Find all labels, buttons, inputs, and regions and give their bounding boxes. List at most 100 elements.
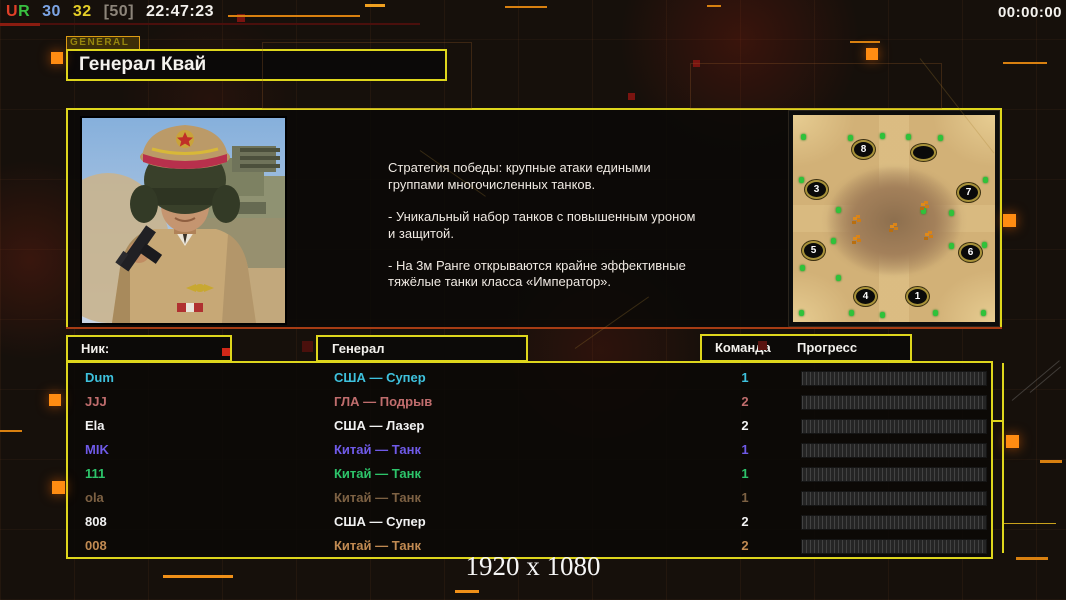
decor-dash (163, 575, 233, 578)
map-tech-dot (880, 133, 885, 139)
table-row: JJJ ГЛА — Подрыв 2 (68, 390, 991, 414)
table-row: 808 США — Супер 2 (68, 510, 991, 534)
map-tech-dot (800, 265, 805, 271)
player-nick: 808 (85, 514, 107, 529)
stat-ur-r: R (18, 3, 31, 20)
decor-dash (455, 590, 479, 593)
progress-bar (801, 515, 987, 530)
player-general: ГЛА — Подрыв (334, 394, 433, 409)
map-tech-dot (801, 134, 806, 140)
description-paragraph: - На 3м Ранге открываются крайне эффекти… (388, 257, 686, 290)
player-general: США — Супер (334, 370, 426, 385)
map-supply-pile (890, 225, 894, 228)
session-clock: 22:47:23 (145, 3, 215, 20)
map-supply-pile (925, 233, 929, 236)
map-tech-dot (799, 310, 804, 316)
map-supply-pile (921, 203, 925, 206)
progress-bar (801, 371, 987, 386)
resolution-label: 1920 x 1080 (465, 551, 601, 581)
decor-square (52, 481, 65, 494)
decor-dash (0, 430, 22, 432)
map-tech-dot (933, 310, 938, 316)
start-position-6: 6 (959, 243, 982, 262)
stat-ur-u: U (6, 3, 19, 20)
map-tech-dot (982, 242, 987, 248)
map-tech-dot (921, 208, 926, 214)
decor-square-red (758, 341, 767, 350)
stat-blue: 30 (42, 3, 61, 20)
match-timer: 00:00:00 (997, 4, 1062, 21)
table-row: ola Китай — Танк 1 (68, 486, 991, 510)
description-paragraph: - Уникальный набор танков с повышенным у… (388, 208, 696, 241)
map-tech-dot (938, 135, 943, 141)
player-general: Китай — Танк (334, 466, 421, 481)
start-position-1: 1 (906, 287, 929, 306)
player-general: Китай — Танк (334, 442, 421, 457)
column-header-nick: Ник: (66, 335, 232, 362)
column-header-progress: Прогресс (797, 340, 858, 355)
player-team: 1 (741, 442, 749, 457)
top-status-bar: UR 30 32 [50] 22:47:23 (6, 3, 221, 21)
decor-bracket (1002, 363, 1004, 553)
player-nick: JJJ (85, 394, 107, 409)
start-position-4: 4 (854, 287, 877, 306)
decor-square-red (302, 341, 313, 352)
player-team: 1 (741, 370, 749, 385)
map-tech-dot (981, 310, 986, 316)
map-marker (911, 144, 936, 161)
decor-square (1006, 435, 1019, 448)
decor-square (49, 394, 61, 406)
table-row: MIK Китай — Танк 1 (68, 438, 991, 462)
stat-max: [50] (103, 3, 135, 20)
player-table-body: Dum США — Супер 1 JJJ ГЛА — Подрыв 2 Ela… (66, 361, 993, 559)
player-nick: Ela (85, 418, 105, 433)
general-portrait (46, 116, 287, 326)
stat-yellow: 32 (72, 3, 92, 20)
player-nick: MIK (85, 442, 109, 457)
decor-dash (365, 4, 385, 7)
player-nick: ola (85, 490, 104, 505)
player-team: 2 (741, 418, 749, 433)
map-supply-pile (853, 217, 857, 220)
start-position-5: 5 (802, 241, 825, 260)
decor-dash (850, 41, 880, 43)
progress-bar (801, 395, 987, 410)
progress-bar (801, 419, 987, 434)
panel-underline (66, 327, 1002, 329)
map-tech-dot (849, 310, 854, 316)
decor-square (51, 52, 63, 64)
progress-bar (801, 467, 987, 482)
decor-square-red (628, 93, 635, 100)
top-divider-accent (0, 23, 40, 26)
column-header-team-progress: Команда Прогресс (700, 334, 912, 362)
decor-dash (1003, 62, 1047, 64)
map-tech-dot (949, 210, 954, 216)
decor-outline-box (262, 42, 472, 109)
map-tech-dot (836, 275, 841, 281)
player-nick: 111 (85, 466, 106, 481)
start-position-7: 7 (957, 183, 980, 202)
table-row: Ela США — Лазер 2 (68, 414, 991, 438)
map-tech-dot (949, 243, 954, 249)
decor-outline-box (690, 63, 942, 109)
map-tech-dot (848, 135, 853, 141)
player-nick: Dum (85, 370, 114, 385)
table-row: Dum США — Супер 1 (68, 366, 991, 390)
map-tech-dot (906, 134, 911, 140)
player-general: США — Лазер (334, 418, 425, 433)
progress-bar (801, 443, 987, 458)
column-header-general: Генерал (316, 335, 528, 362)
top-divider (0, 23, 420, 25)
map-supply-pile (853, 237, 857, 240)
player-team: 1 (741, 466, 749, 481)
map-tech-dot (831, 238, 836, 244)
map-tech-dot (880, 312, 885, 318)
map-tech-dot (799, 177, 804, 183)
player-general: Китай — Танк (334, 490, 421, 505)
decor-dash (505, 6, 547, 8)
player-team: 2 (741, 394, 749, 409)
decor-line (1004, 523, 1056, 524)
player-general: США — Супер (334, 514, 426, 529)
start-position-3: 3 (805, 180, 828, 199)
player-team: 2 (741, 514, 749, 529)
